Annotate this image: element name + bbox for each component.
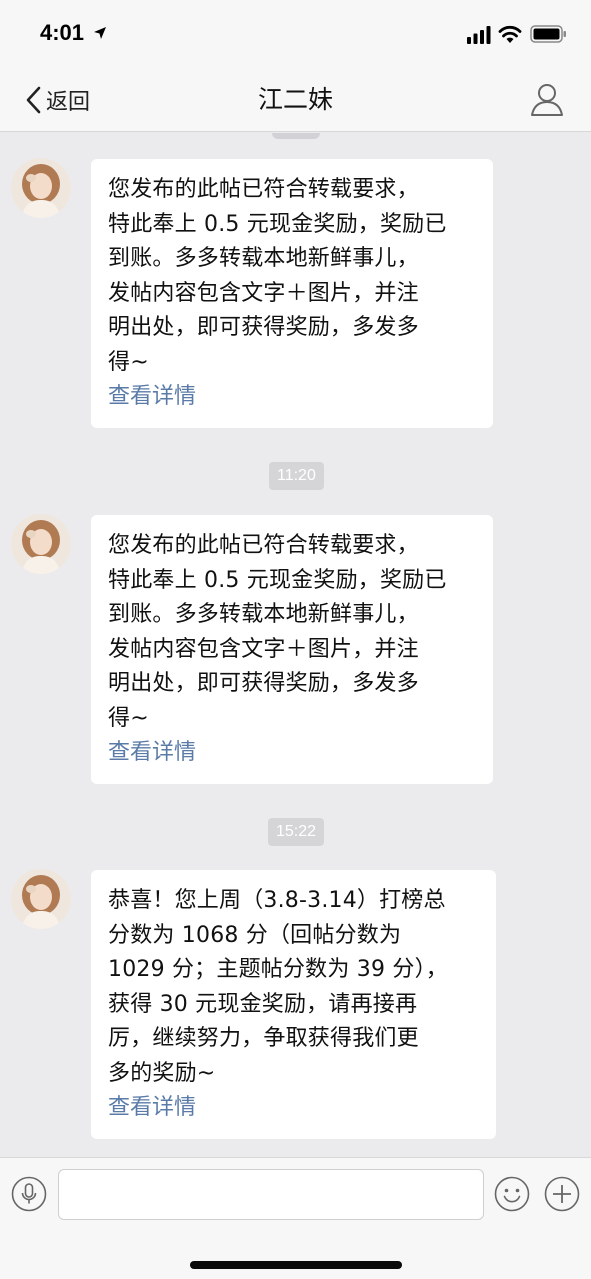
avatar[interactable] — [11, 158, 71, 218]
home-indicator[interactable] — [190, 1261, 402, 1269]
message-text: 您发布的此帖已符合转载要求， 特此奉上 0.5 元现金奖励，奖励已 到账。多多转… — [108, 177, 447, 375]
message-bubble: 您发布的此帖已符合转载要求， 特此奉上 0.5 元现金奖励，奖励已 到账。多多转… — [91, 159, 493, 428]
message-text: 恭喜！您上周（3.8-3.14）打榜总 分数为 1068 分（回帖分数为 102… — [108, 888, 448, 1086]
view-details-link[interactable]: 查看详情 — [108, 736, 475, 770]
wifi-icon — [498, 25, 522, 43]
plus-icon[interactable] — [544, 1176, 580, 1212]
chat-area[interactable]: 您发布的此帖已符合转载要求， 特此奉上 0.5 元现金奖励，奖励已 到账。多多转… — [0, 133, 591, 1157]
smiley-icon[interactable] — [494, 1176, 530, 1212]
view-details-link[interactable]: 查看详情 — [108, 1091, 478, 1125]
top-bar: 4:01 返回 江二妹 — [0, 0, 591, 132]
status-time: 4:01 — [40, 20, 85, 45]
scroll-indicator — [272, 133, 320, 139]
signal-icon — [467, 26, 491, 44]
microphone-icon[interactable] — [11, 1176, 47, 1212]
avatar[interactable] — [11, 514, 71, 574]
message-bubble: 您发布的此帖已符合转载要求， 特此奉上 0.5 元现金奖励，奖励已 到账。多多转… — [91, 515, 493, 784]
location-arrow-icon — [94, 27, 106, 39]
avatar[interactable] — [11, 869, 71, 929]
message-bubble: 恭喜！您上周（3.8-3.14）打榜总 分数为 1068 分（回帖分数为 102… — [91, 870, 496, 1139]
battery-icon — [530, 25, 566, 43]
avatar-image — [11, 514, 71, 574]
page-title: 江二妹 — [257, 85, 333, 114]
person-icon[interactable] — [528, 80, 566, 118]
input-bar — [0, 1157, 591, 1279]
avatar-image — [11, 158, 71, 218]
message-text: 您发布的此帖已符合转载要求， 特此奉上 0.5 元现金奖励，奖励已 到账。多多转… — [108, 533, 447, 731]
avatar-image — [11, 869, 71, 929]
view-details-link[interactable]: 查看详情 — [108, 380, 475, 414]
timestamp: 11:20 — [269, 462, 324, 490]
timestamp: 15:22 — [268, 818, 325, 846]
message-input[interactable] — [58, 1169, 484, 1220]
